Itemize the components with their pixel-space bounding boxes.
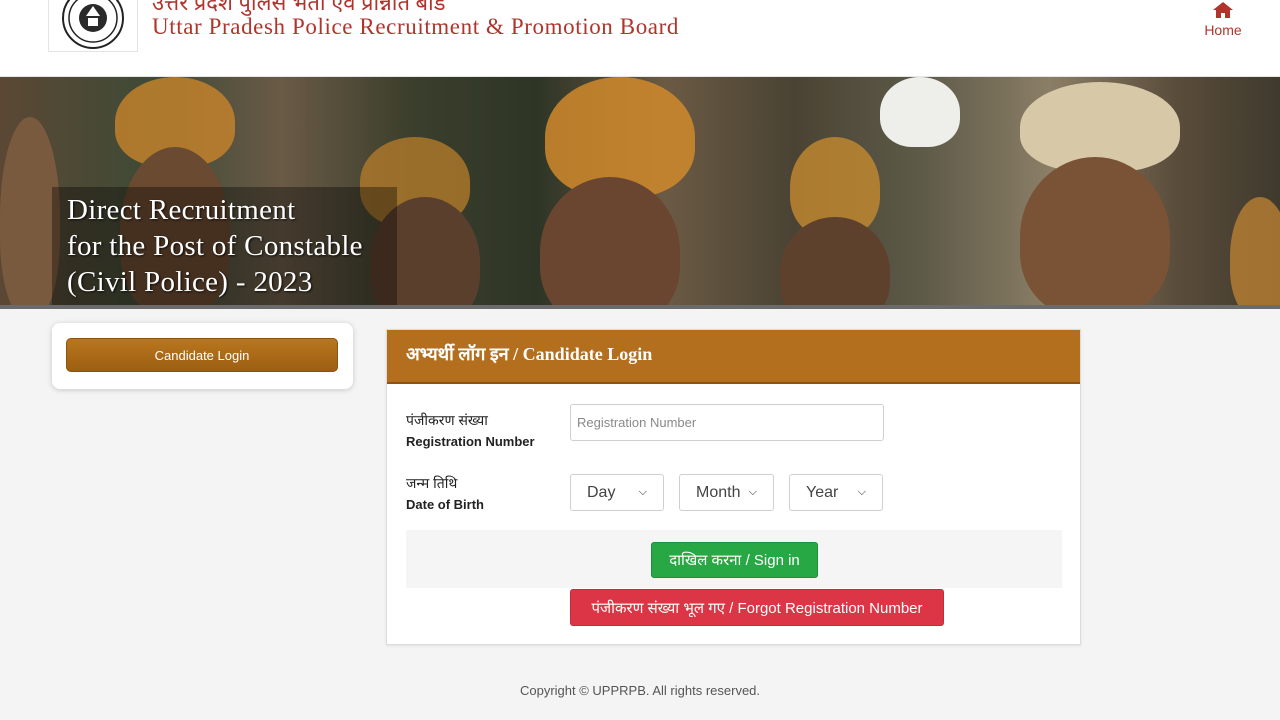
home-icon [1213,2,1233,18]
card-header: अभ्यर्थी लॉग इन / Candidate Login [387,330,1080,384]
sidebar-panel: Candidate Login [52,323,353,389]
upprpb-logo[interactable] [48,0,138,52]
action-area: दाखिल करना / Sign in [406,530,1062,588]
sign-in-button[interactable]: दाखिल करना / Sign in [651,542,818,578]
banner-figure [540,177,680,309]
year-select-value: Year [806,483,839,501]
banner-line: for the Post of Constable [67,230,363,262]
home-label: Home [1204,22,1242,38]
card-title: अभ्यर्थी लॉग इन / Candidate Login [406,344,653,364]
year-select[interactable]: Year ⌵ [789,474,883,511]
forgot-registration-button[interactable]: पंजीकरण संख्या भूल गए / Forgot Registrat… [570,589,944,626]
day-select-value: Day [587,483,616,501]
day-select[interactable]: Day ⌵ [570,474,664,511]
board-title-english: Uttar Pradesh Police Recruitment & Promo… [152,14,679,39]
banner-figure [0,117,60,309]
banner-heading: Direct Recruitment for the Post of Const… [67,192,363,300]
dob-label-hindi: जन्म तिथि [406,475,458,491]
banner-line: (Civil Police) - 2023 [67,266,313,298]
candidate-login-button[interactable]: Candidate Login [66,338,338,372]
chevron-down-icon: ⌵ [638,486,647,498]
month-select-value: Month [696,483,741,501]
chevron-down-icon: ⌵ [857,486,866,498]
banner-figure [780,217,890,309]
banner-figure [1020,157,1170,309]
banner-line: Direct Recruitment [67,194,296,226]
hero-banner: Direct Recruitment for the Post of Const… [0,77,1280,309]
chevron-down-icon: ⌵ [748,486,757,498]
board-title-hindi: उत्तर प्रदेश पुलिस भर्ती एवं प्रोन्नति ब… [152,0,446,15]
emblem-icon [62,0,124,49]
registration-number-input[interactable] [570,404,884,441]
month-select[interactable]: Month ⌵ [679,474,774,511]
banner-divider [0,305,1280,309]
home-link[interactable]: Home [1198,0,1248,44]
copyright-footer: Copyright © UPPRPB. All rights reserved. [519,683,761,698]
banner-figure [1230,197,1280,309]
site-header: उत्तर प्रदेश पुलिस भर्ती एवं प्रोन्नति ब… [0,0,1280,77]
dob-label: Date of Birth [406,497,484,512]
banner-glove [880,77,960,147]
registration-label: Registration Number [406,434,535,449]
registration-label-hindi: पंजीकरण संख्या [406,412,488,428]
candidate-login-card: अभ्यर्थी लॉग इन / Candidate Login पंजीकर… [386,329,1081,645]
